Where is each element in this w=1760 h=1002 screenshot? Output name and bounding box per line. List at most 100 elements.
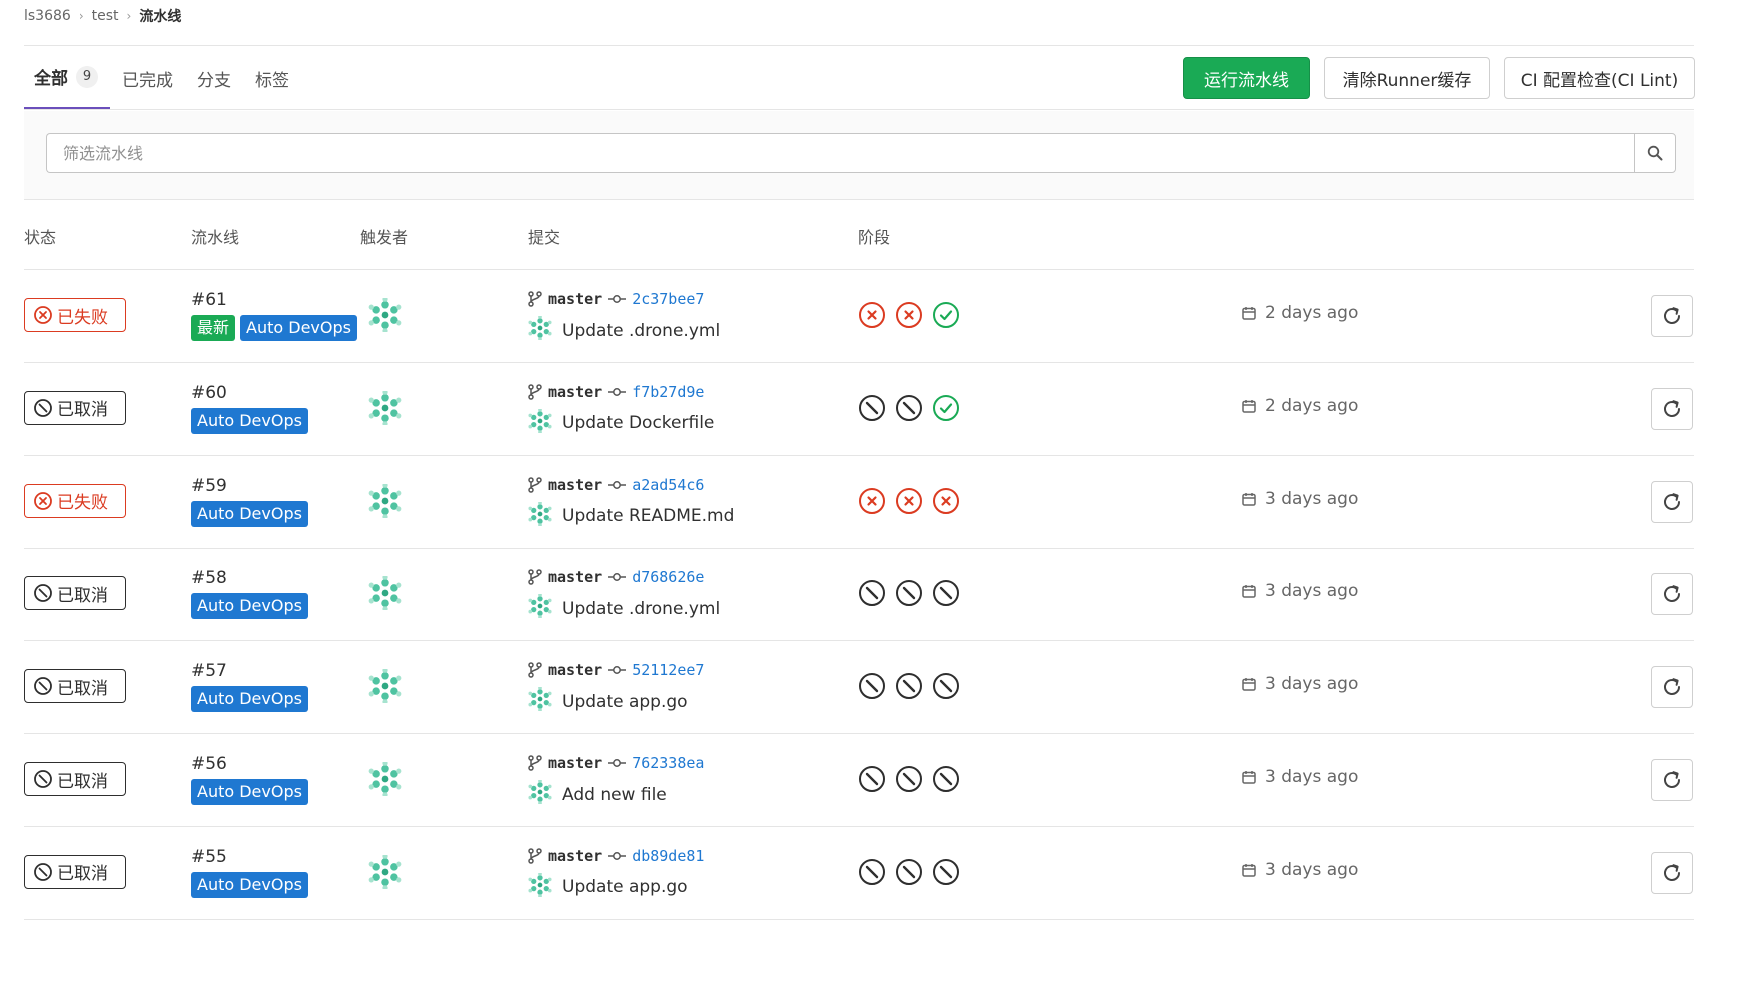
status-badge[interactable]: 已取消	[24, 762, 126, 796]
retry-button[interactable]	[1651, 387, 1693, 430]
pipeline-id-link[interactable]: #57	[191, 661, 227, 681]
status-badge[interactable]: 已取消	[24, 390, 126, 425]
stage-canceled-icon[interactable]	[858, 765, 886, 793]
filter-pipelines-input[interactable]	[46, 133, 1634, 173]
triggerer-avatar[interactable]	[368, 482, 402, 522]
commit-sha-link[interactable]: a2ad54c6	[632, 476, 704, 494]
clear-runner-cache-button[interactable]: 清除Runner缓存	[1324, 57, 1490, 99]
commit-icon	[608, 573, 627, 582]
branch-name-link[interactable]: master	[548, 290, 602, 308]
time-ago: 3 days ago	[1265, 674, 1359, 695]
retry-button[interactable]	[1651, 666, 1693, 709]
stage-failed-icon[interactable]	[858, 487, 886, 515]
triggerer-avatar[interactable]	[368, 296, 402, 336]
status-badge[interactable]: 已取消	[24, 854, 126, 889]
commit-message-link[interactable]: Add new file	[562, 785, 667, 805]
triggerer-avatar[interactable]	[368, 574, 402, 614]
commit-message-link[interactable]: Update Dockerfile	[562, 413, 714, 433]
stage-canceled-icon[interactable]	[932, 672, 960, 700]
stage-failed-icon[interactable]	[932, 487, 960, 515]
stage-failed-icon[interactable]	[895, 301, 923, 329]
commit-author-avatar[interactable]	[528, 686, 552, 716]
commit-author-avatar[interactable]	[528, 407, 552, 438]
stage-canceled-icon[interactable]	[932, 858, 960, 886]
pipeline-id-link[interactable]: #55	[191, 847, 227, 867]
branch-name-link[interactable]: master	[548, 847, 602, 865]
triggerer-avatar[interactable]	[368, 853, 402, 893]
commit-message-link[interactable]: Update .drone.yml	[562, 321, 720, 341]
stage-canceled-icon[interactable]	[858, 394, 886, 422]
pipeline-badges: Auto DevOps	[191, 593, 313, 620]
commit-title: Update app.go	[528, 871, 688, 902]
stage-canceled-icon[interactable]	[895, 394, 923, 422]
commit-sha-link[interactable]: f7b27d9e	[632, 383, 704, 401]
col-triggerer: 触发者	[360, 228, 409, 247]
pipeline-id-link[interactable]: #58	[191, 568, 227, 588]
pipeline-id-link[interactable]: #60	[191, 383, 227, 403]
status-badge[interactable]: 已取消	[24, 576, 126, 611]
tab-finished[interactable]: 已完成	[110, 46, 185, 110]
retry-button[interactable]	[1651, 480, 1693, 523]
stage-canceled-icon[interactable]	[895, 858, 923, 886]
pipeline-id-link[interactable]: #56	[191, 754, 227, 774]
branch-name-link[interactable]: master	[548, 754, 602, 772]
commit-ref: master 2c37bee7	[528, 290, 704, 308]
branch-name-link[interactable]: master	[548, 383, 602, 401]
breadcrumb-current[interactable]: 流水线	[139, 6, 181, 26]
commit-message-link[interactable]: Update .drone.yml	[562, 599, 720, 619]
commit-message-link[interactable]: Update app.go	[562, 692, 688, 712]
commit-sha-link[interactable]: d768626e	[632, 568, 704, 586]
triggerer-avatar[interactable]	[368, 667, 402, 707]
commit-author-avatar[interactable]	[528, 871, 552, 902]
stage-canceled-icon[interactable]	[895, 579, 923, 607]
stage-failed-icon[interactable]	[895, 487, 923, 515]
stage-failed-icon[interactable]	[858, 301, 886, 329]
commit-sha-link[interactable]: 762338ea	[632, 754, 704, 772]
branch-name-link[interactable]: master	[548, 476, 602, 494]
commit-message-link[interactable]: Update README.md	[562, 506, 734, 526]
stage-success-icon[interactable]	[932, 301, 960, 329]
tab-branches[interactable]: 分支	[185, 46, 243, 110]
pipeline-id-link[interactable]: #61	[191, 290, 227, 310]
retry-button[interactable]	[1651, 759, 1693, 801]
branch-name-link[interactable]: master	[548, 568, 602, 586]
avatar-icon	[528, 407, 552, 434]
tab-tags[interactable]: 标签	[243, 46, 301, 110]
retry-button[interactable]	[1651, 573, 1693, 616]
pipeline-id-link[interactable]: #59	[191, 476, 227, 496]
ci-lint-button[interactable]: CI 配置检查(CI Lint)	[1504, 57, 1695, 99]
breadcrumb-project[interactable]: test	[92, 8, 119, 24]
commit-sha-link[interactable]: db89de81	[632, 847, 704, 865]
tab-all[interactable]: 全部 9	[24, 46, 110, 110]
stage-canceled-icon[interactable]	[895, 765, 923, 793]
time-ago: 3 days ago	[1265, 859, 1359, 880]
commit-sha-link[interactable]: 52112ee7	[632, 661, 704, 679]
stage-canceled-icon[interactable]	[858, 579, 886, 607]
stage-canceled-icon[interactable]	[858, 858, 886, 886]
stage-canceled-icon[interactable]	[932, 765, 960, 793]
stage-success-icon[interactable]	[932, 394, 960, 422]
search-button[interactable]	[1634, 133, 1676, 173]
commit-author-avatar[interactable]	[528, 593, 552, 623]
status-badge[interactable]: 已失败	[24, 483, 126, 518]
status-badge[interactable]: 已取消	[24, 669, 126, 704]
commit-author-avatar[interactable]	[528, 500, 552, 531]
breadcrumb-group[interactable]: ls3686	[24, 8, 71, 24]
branch-name-link[interactable]: master	[548, 661, 602, 679]
commit-author-avatar[interactable]	[528, 314, 552, 345]
table-row: 已失败 #61 最新 Auto DevOps master 2c37bee7 U…	[24, 270, 1694, 363]
avatar-icon	[528, 500, 552, 527]
commit-sha-link[interactable]: 2c37bee7	[632, 290, 704, 308]
pipeline-stages	[858, 487, 969, 515]
commit-author-avatar[interactable]	[528, 778, 552, 809]
stage-canceled-icon[interactable]	[858, 672, 886, 700]
triggerer-avatar[interactable]	[368, 389, 402, 429]
retry-button[interactable]	[1651, 295, 1693, 337]
run-pipeline-button[interactable]: 运行流水线	[1183, 57, 1310, 99]
status-badge[interactable]: 已失败	[24, 298, 126, 332]
stage-canceled-icon[interactable]	[932, 579, 960, 607]
retry-button[interactable]	[1651, 851, 1693, 894]
triggerer-avatar[interactable]	[368, 760, 402, 800]
stage-canceled-icon[interactable]	[895, 672, 923, 700]
commit-message-link[interactable]: Update app.go	[562, 877, 688, 897]
